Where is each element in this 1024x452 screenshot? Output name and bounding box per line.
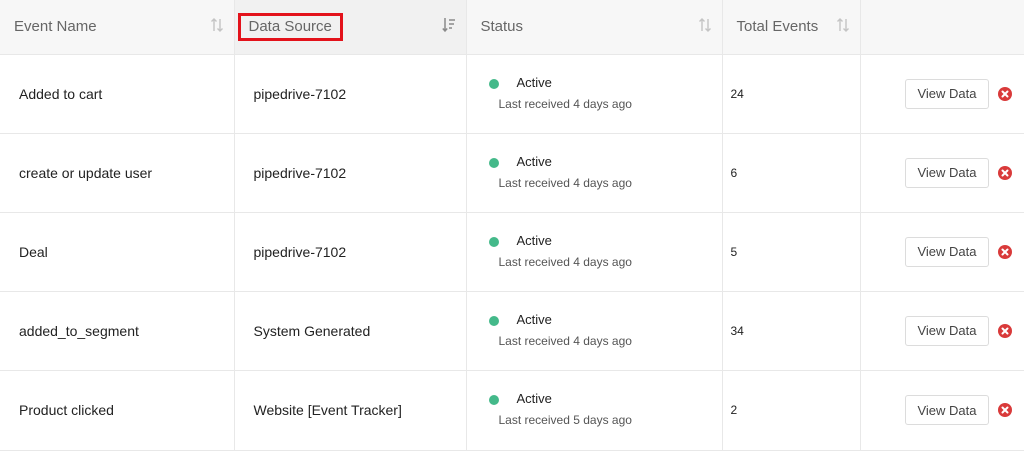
column-header-label: Status (480, 18, 524, 36)
status-cell: Active Last received 4 days ago (466, 291, 723, 371)
table-row: create or update user pipedrive-7102 Act… (0, 133, 1024, 213)
status-dot-icon (488, 236, 499, 247)
status-dot-icon (488, 395, 499, 405)
events-table: Event Name Data Source Status Total Even… (0, 0, 1024, 451)
sort-descending-icon[interactable] (441, 16, 456, 34)
view-data-button[interactable]: View Data (905, 315, 989, 346)
status-dot-icon (488, 157, 499, 168)
status-label: Active (516, 153, 552, 169)
actions-cell: View Data (860, 291, 1024, 371)
status-dot-icon (488, 315, 499, 326)
actions-cell: View Data (860, 370, 1024, 451)
column-header-actions (860, 0, 1024, 55)
event-name-cell: Added to cart (0, 54, 235, 134)
total-events-cell: 34 (722, 291, 861, 371)
actions-cell: View Data (860, 212, 1024, 292)
event-name-cell: Product clicked (0, 370, 235, 451)
column-header-label: Event Name (14, 18, 97, 36)
sort-icon[interactable] (698, 16, 712, 34)
total-events-cell: 2 (722, 370, 861, 451)
view-data-button[interactable]: View Data (905, 157, 989, 188)
delete-icon[interactable] (998, 323, 1012, 338)
view-data-button[interactable]: View Data (905, 395, 989, 425)
last-received-text: Last received 4 days ago (498, 96, 632, 111)
total-events-cell: 5 (722, 212, 861, 292)
view-data-button[interactable]: View Data (905, 78, 989, 109)
actions-cell: View Data (860, 54, 1024, 134)
column-header-data-source[interactable]: Data Source (234, 0, 467, 55)
column-header-event-name[interactable]: Event Name (0, 0, 235, 55)
status-label: Active (516, 391, 552, 406)
sort-icon[interactable] (210, 16, 224, 34)
status-cell: Active Last received 4 days ago (466, 133, 723, 213)
column-header-status[interactable]: Status (466, 0, 723, 55)
total-events-cell: 6 (722, 133, 861, 213)
column-header-total-events[interactable]: Total Events (722, 0, 861, 55)
last-received-text: Last received 4 days ago (498, 175, 632, 190)
table-row: Added to cart pipedrive-7102 Active Last… (0, 54, 1024, 134)
table-row: Deal pipedrive-7102 Active Last received… (0, 212, 1024, 292)
status-label: Active (516, 74, 552, 90)
delete-icon[interactable] (998, 244, 1012, 259)
table-row: Product clicked Website [Event Tracker] … (0, 370, 1024, 451)
data-source-cell: Website [Event Tracker] (234, 370, 467, 451)
status-cell: Active Last received 4 days ago (466, 212, 723, 292)
status-label: Active (516, 311, 552, 327)
status-dot-icon (488, 78, 499, 89)
last-received-text: Last received 5 days ago (498, 413, 632, 427)
sort-icon[interactable] (836, 16, 850, 34)
delete-icon[interactable] (998, 403, 1012, 417)
delete-icon[interactable] (998, 165, 1012, 180)
actions-cell: View Data (860, 133, 1024, 213)
data-source-cell: System Generated (234, 291, 467, 371)
view-data-button[interactable]: View Data (905, 236, 989, 267)
delete-icon[interactable] (998, 86, 1012, 101)
event-name-cell: added_to_segment (0, 291, 235, 371)
data-source-cell: pipedrive-7102 (234, 54, 467, 134)
total-events-cell: 24 (722, 54, 861, 134)
last-received-text: Last received 4 days ago (498, 333, 632, 348)
status-label: Active (516, 232, 552, 248)
data-source-cell: pipedrive-7102 (234, 212, 467, 292)
event-name-cell: create or update user (0, 133, 235, 213)
data-source-cell: pipedrive-7102 (234, 133, 467, 213)
table-header-row: Event Name Data Source Status Total Even… (0, 0, 1024, 55)
last-received-text: Last received 4 days ago (498, 254, 632, 269)
status-cell: Active Last received 4 days ago (466, 54, 723, 134)
column-header-label: Data Source (248, 17, 332, 35)
table-row: added_to_segment System Generated Active… (0, 291, 1024, 371)
event-name-cell: Deal (0, 212, 235, 292)
status-cell: Active Last received 5 days ago (466, 370, 723, 451)
column-header-label: Total Events (736, 18, 819, 36)
highlight-box: Data Source (237, 12, 343, 41)
